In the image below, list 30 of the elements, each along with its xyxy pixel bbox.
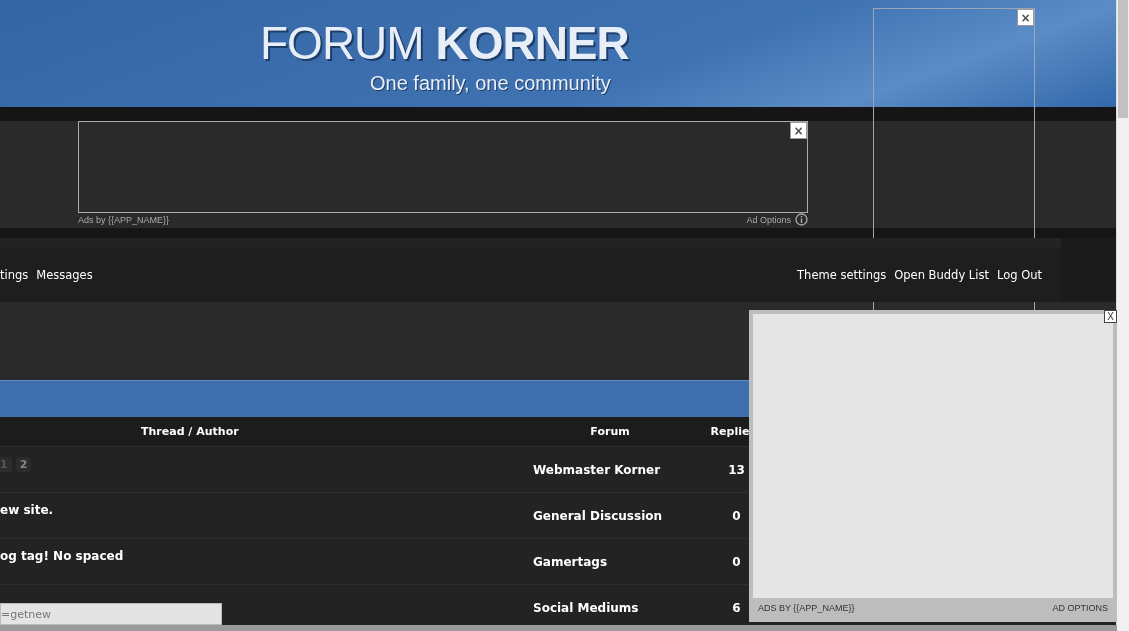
close-button[interactable]: ×: [790, 122, 807, 140]
column-header: Thread / Author: [140, 425, 240, 438]
reply-count: 13: [727, 462, 746, 477]
status-url: =getnew: [0, 603, 222, 625]
ad-options-link[interactable]: Ad Options: [746, 214, 791, 225]
thread-title[interactable]: og tag! No spaced: [0, 549, 124, 563]
forum-name[interactable]: Webmaster Korner: [520, 462, 700, 477]
site-tagline: One family, one community: [370, 72, 611, 95]
forum-name[interactable]: Social Mediums: [520, 600, 700, 615]
thread-title[interactable]: ew site.: [0, 503, 54, 517]
info-icon[interactable]: [795, 213, 808, 227]
forum-name[interactable]: Gamertags: [520, 554, 700, 569]
close-button[interactable]: ×: [1017, 9, 1034, 26]
nav-link[interactable]: Messages: [36, 268, 93, 283]
nav-link[interactable]: Open Buddy List: [894, 268, 989, 283]
nav-link[interactable]: Log Out: [996, 268, 1042, 283]
site-logo: FORUM KORNER: [260, 16, 629, 71]
page-link[interactable]: 2: [15, 457, 32, 472]
column-header: Replie: [709, 425, 751, 438]
forum-name[interactable]: General Discussion: [520, 508, 700, 523]
ad-options-link[interactable]: AD OPTIONS: [1052, 603, 1108, 613]
ads-by-label: ADS BY {{APP_NAME}}: [758, 603, 855, 613]
reply-count: 6: [731, 600, 742, 615]
close-button[interactable]: X: [1104, 310, 1117, 323]
reply-count: 0: [731, 554, 742, 569]
ads-by-label: Ads by {{APP_NAME}}: [78, 214, 170, 225]
column-header: Forum: [589, 425, 631, 438]
reply-count: 0: [731, 508, 742, 523]
nav-link[interactable]: Theme settings: [797, 268, 887, 283]
nav-link[interactable]: tings: [0, 268, 29, 283]
